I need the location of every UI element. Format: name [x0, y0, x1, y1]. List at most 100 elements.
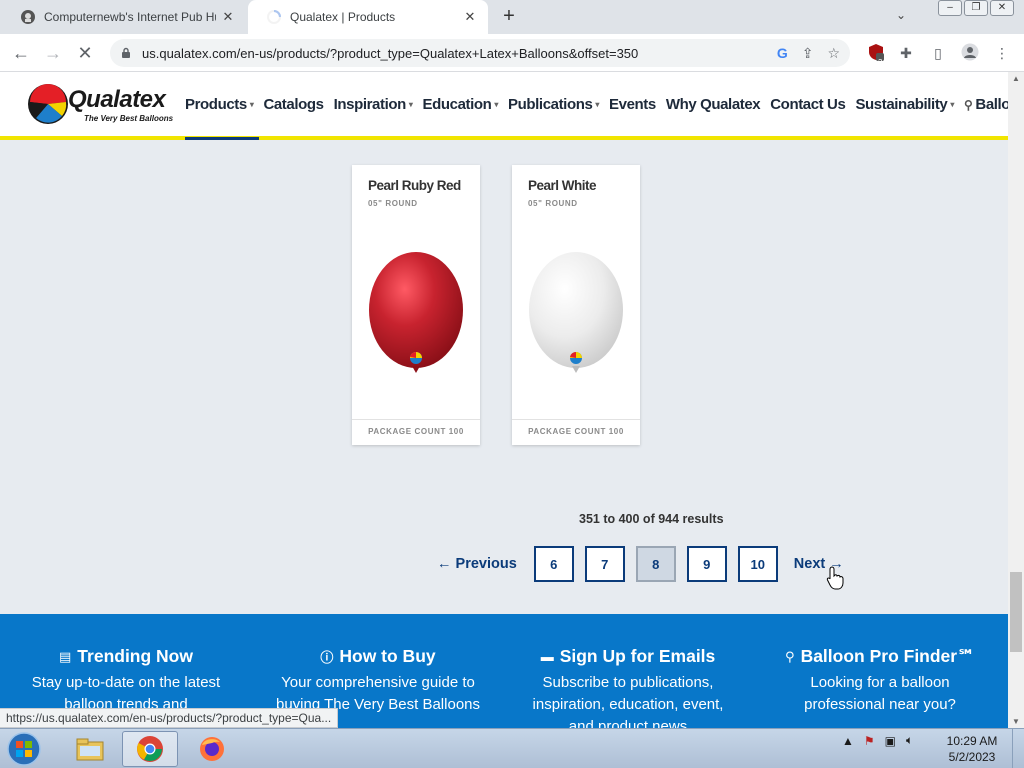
loading-spinner-icon: [266, 9, 282, 25]
chevron-down-icon: ▾: [494, 100, 499, 109]
taskbar-clock[interactable]: 10:29 AM 5/2/2023: [940, 733, 1004, 765]
nav-inspiration[interactable]: Inspiration ▾: [334, 96, 413, 113]
nav-label: Balloon Pro Finder: [975, 96, 1008, 113]
nav-education[interactable]: Education ▾: [423, 96, 499, 113]
url-text: us.qualatex.com/en-us/products/?product_…: [142, 45, 639, 61]
back-arrow-icon[interactable]: ←: [10, 43, 32, 65]
chrome-taskbar-icon[interactable]: [122, 731, 178, 767]
footer-title: Trending Now: [77, 646, 193, 666]
new-tab-plus-icon[interactable]: +: [498, 6, 520, 28]
footer-text: Looking for a balloon professional near …: [804, 674, 956, 713]
previous-page-link[interactable]: ← Previous: [437, 556, 517, 572]
email-icon: ▬: [540, 649, 554, 664]
location-pin-icon: ⚲: [964, 97, 973, 112]
chevron-down-icon: ▾: [595, 100, 600, 109]
tray-expand-arrow-icon[interactable]: ▲: [842, 734, 854, 748]
scrollbar-thumb[interactable]: [1010, 572, 1022, 652]
browser-tab-strip: Computernewb's Internet Pub Hub ✕ Qualat…: [0, 0, 1024, 34]
profile-avatar-icon[interactable]: [960, 43, 980, 63]
show-desktop-button[interactable]: [1012, 729, 1024, 768]
extensions-puzzle-icon[interactable]: ✚: [896, 43, 916, 63]
tab-close-icon[interactable]: ✕: [462, 9, 478, 25]
pub-hub-favicon-icon: [20, 9, 36, 25]
chrome-menu-kebab-icon[interactable]: ⋮: [992, 43, 1012, 63]
nav-products[interactable]: Products ▾: [185, 96, 254, 113]
pagination: ← Previous 6 7 8 9 10 Next →: [437, 546, 844, 582]
nav-label: Publications: [508, 96, 593, 113]
footer-title: Balloon Pro Finder℠: [800, 646, 975, 666]
vertical-scrollbar[interactable]: ▲ ▼: [1008, 72, 1024, 728]
action-center-flag-icon[interactable]: ⚑: [864, 734, 875, 748]
clock-time: 10:29 AM: [946, 734, 998, 748]
tab-title: Qualatex | Products: [290, 10, 396, 24]
lock-icon: [120, 47, 132, 59]
tab-title: Computernewb's Internet Pub Hub: [44, 10, 216, 24]
tab-computernewb[interactable]: Computernewb's Internet Pub Hub ✕: [2, 0, 246, 34]
qualatex-logo[interactable]: Qualatex The Very Best Balloons: [26, 82, 173, 130]
nav-sustainability[interactable]: Sustainability ▾: [855, 96, 954, 113]
chevron-down-icon: ▾: [408, 100, 413, 109]
side-panel-icon[interactable]: ▯: [928, 43, 948, 63]
product-size: 05" ROUND: [368, 199, 418, 208]
footer-sign-up[interactable]: ▬ Sign Up for Emails Subscribe to publica…: [518, 646, 738, 728]
extension-shield-icon[interactable]: 3: [866, 43, 886, 67]
bookmark-star-icon[interactable]: ☆: [827, 45, 840, 62]
site-header: Qualatex The Very Best Balloons Products…: [0, 72, 1008, 140]
nav-why-qualatex[interactable]: Why Qualatex: [665, 96, 761, 113]
footer-title: How to Buy: [339, 646, 436, 666]
results-count: 351 to 400 of 944 results: [579, 512, 724, 526]
product-card[interactable]: Pearl Ruby Red 05" ROUND PACKAGE COUNT 1…: [352, 165, 480, 445]
nav-events[interactable]: Events: [609, 96, 656, 113]
stop-loading-icon[interactable]: ✕: [74, 43, 96, 65]
page-link-7[interactable]: 7: [584, 546, 625, 582]
chevron-down-icon: ▾: [950, 100, 954, 109]
scroll-up-arrow-icon[interactable]: ▲: [1012, 74, 1020, 83]
link-status-bubble: https://us.qualatex.com/en-us/products/?…: [0, 708, 339, 728]
card-divider: [352, 419, 480, 420]
main-navigation: Products ▾ Catalogs Inspiration ▾ Educatio…: [185, 96, 1008, 113]
forward-arrow-icon[interactable]: →: [42, 43, 64, 65]
windows-taskbar: ▲ ⚑ ▣ 🔈︎ 10:29 AM 5/2/2023: [0, 728, 1024, 768]
extension-badge: 3: [878, 58, 883, 67]
minimize-icon[interactable]: –: [938, 0, 962, 16]
volume-icon[interactable]: 🔈︎: [906, 733, 913, 748]
chevron-down-icon: ▾: [249, 100, 254, 109]
page-link-9[interactable]: 9: [686, 546, 727, 582]
nav-label: Why Qualatex: [665, 96, 761, 113]
window-controls: – ❐ ✕: [938, 0, 1014, 16]
screen: Computernewb's Internet Pub Hub ✕ Qualat…: [0, 0, 1024, 768]
start-button[interactable]: [4, 731, 46, 767]
footer-trending[interactable]: ▤ Trending Now Stay up-to-date on the lat…: [16, 646, 236, 716]
footer-balloon-pro-finder[interactable]: ⚲ Balloon Pro Finder℠ Looking for a ballo…: [770, 646, 990, 716]
product-name: Pearl Ruby Red: [368, 178, 461, 193]
product-card[interactable]: Pearl White 05" ROUND PACKAGE COUNT 100: [512, 165, 640, 445]
nav-publications[interactable]: Publications ▾: [508, 96, 599, 113]
nav-label: Contact Us: [770, 96, 846, 113]
active-nav-indicator: [185, 137, 259, 140]
firefox-taskbar-icon[interactable]: [184, 731, 240, 767]
page-link-6[interactable]: 6: [533, 546, 574, 582]
footer-how-to-buy[interactable]: ⓘ How to Buy Your comprehensive guide to …: [268, 646, 488, 716]
system-tray: ▲ ⚑ ▣ 🔈︎: [842, 733, 913, 748]
restore-icon[interactable]: ❐: [964, 0, 988, 16]
logo-wordmark: Qualatex: [68, 86, 166, 113]
file-explorer-icon[interactable]: [62, 731, 118, 767]
page-link-10[interactable]: 10: [737, 546, 778, 582]
tab-qualatex-products[interactable]: Qualatex | Products ✕: [248, 0, 488, 34]
page-link-8-current[interactable]: 8: [635, 546, 676, 582]
nav-contact-us[interactable]: Contact Us: [770, 96, 846, 113]
logo-tagline: The Very Best Balloons: [84, 114, 174, 123]
tab-search-chevron-icon[interactable]: ⌄: [896, 8, 906, 22]
nav-catalogs[interactable]: Catalogs: [263, 96, 324, 113]
card-divider: [512, 419, 640, 420]
footer-title: Sign Up for Emails: [559, 646, 716, 666]
address-bar[interactable]: us.qualatex.com/en-us/products/?product_…: [110, 39, 850, 67]
tab-close-icon[interactable]: ✕: [220, 9, 236, 25]
share-icon[interactable]: ⇪: [802, 45, 814, 62]
scroll-down-arrow-icon[interactable]: ▼: [1012, 717, 1020, 726]
google-lens-icon[interactable]: G: [777, 45, 788, 62]
nav-balloon-pro-finder[interactable]: ⚲Balloon Pro Finder: [964, 96, 1008, 113]
product-name: Pearl White: [528, 178, 597, 193]
network-icon[interactable]: ▣: [885, 734, 896, 748]
close-window-icon[interactable]: ✕: [990, 0, 1014, 16]
